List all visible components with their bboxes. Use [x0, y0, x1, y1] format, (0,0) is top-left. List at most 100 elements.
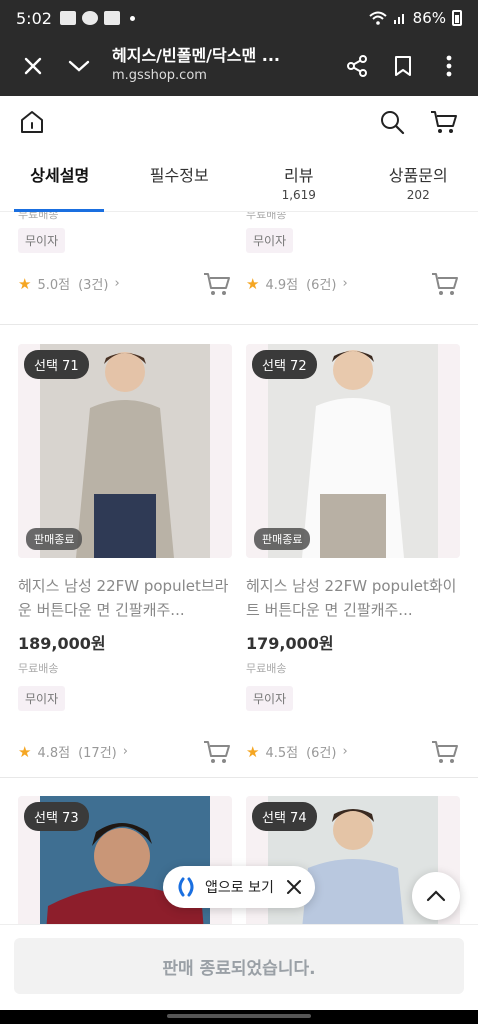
shipping-label: 무료배송	[246, 662, 287, 675]
more-options-button[interactable]	[426, 43, 472, 89]
product-card[interactable]: 선택 72 판매종료 헤지스 남성 22FW populet화이트 버튼다운 면…	[246, 344, 460, 763]
search-icon	[381, 111, 405, 135]
tab-inquiries[interactable]: 상품문의 202	[359, 148, 478, 211]
chevron-right-icon: ›	[342, 744, 348, 759]
notification-dot-icon	[129, 15, 135, 21]
chevron-right-icon: ›	[342, 276, 348, 291]
review-count: (6건)	[306, 278, 337, 293]
bottom-action-bar: 판매 종료되었습니다.	[0, 924, 478, 1010]
selection-badge: 선택 73	[24, 802, 89, 831]
browser-title-area[interactable]: 헤지스/빈폴멘/닥스맨 ... m.gsshop.com	[112, 46, 334, 86]
cart-icon	[431, 111, 457, 133]
add-to-cart-icon[interactable]	[202, 738, 232, 766]
installment-tag: 무이자	[246, 228, 294, 253]
review-count: (3건)	[78, 278, 109, 293]
detail-tabs: 상세설명 필수정보 리뷰 1,619 상품문의 202	[0, 148, 478, 212]
star-icon: ★	[18, 274, 32, 293]
star-icon: ★	[18, 742, 32, 761]
product-image[interactable]: 선택 71 판매종료	[18, 344, 232, 558]
rating: ★ 4.5점 (6건) ›	[246, 742, 348, 762]
scroll-to-top-button[interactable]	[412, 872, 460, 920]
row-divider	[0, 324, 478, 325]
installment-tag: 무이자	[18, 228, 66, 253]
search-button[interactable]	[372, 102, 412, 142]
chat-icon	[81, 11, 98, 25]
installment-tag: 무이자	[246, 686, 294, 711]
sold-out-badge: 판매종료	[26, 528, 83, 550]
rating-score: 4.9점	[265, 278, 299, 293]
gallery-icon	[59, 11, 76, 25]
sold-out-badge: 판매종료	[254, 528, 311, 550]
review-count: (17건)	[78, 746, 117, 761]
rating-score: 4.5점	[265, 746, 299, 761]
rating: ★ 4.9점 (6건) ›	[246, 274, 348, 294]
installment-tag: 무이자	[18, 686, 66, 711]
add-to-cart-icon[interactable]	[430, 738, 460, 766]
tab-label: 리뷰	[284, 166, 314, 185]
chevron-right-icon: ›	[114, 276, 120, 291]
more-vertical-icon	[446, 55, 452, 77]
product-list: 무료배송 무이자 ★ 5.0점 (3건) › 무료배송 무이자 ★ 4.9점 (…	[0, 212, 478, 924]
shipping-label: 무료배송	[18, 212, 59, 221]
cart-button[interactable]	[424, 102, 464, 142]
page-title: 헤지스/빈폴멘/닥스맨 ...	[112, 46, 280, 65]
product-price: 189,000원	[18, 634, 106, 653]
bookmark-icon	[395, 56, 411, 76]
rating: ★ 5.0점 (3건) ›	[18, 274, 120, 294]
star-icon: ★	[246, 274, 260, 293]
page-url: m.gsshop.com	[112, 68, 207, 83]
status-bar: 5:02 86%	[0, 0, 478, 36]
tab-count: 202	[406, 188, 430, 202]
collapse-button[interactable]	[56, 43, 102, 89]
tab-label: 필수정보	[149, 166, 209, 185]
product-name[interactable]: 헤지스 남성 22FW populet브라운 버튼다운 면 긴팔캐주...	[18, 574, 232, 622]
app-header	[0, 96, 478, 148]
close-button[interactable]	[10, 43, 56, 89]
open-app-label: 앱으로 보기	[205, 880, 274, 896]
signal-icon	[393, 14, 404, 24]
battery-percent: 86%	[412, 9, 446, 27]
wifi-icon	[368, 11, 387, 25]
row-divider	[0, 777, 478, 778]
chevron-right-icon: ›	[122, 744, 128, 759]
tab-required-info[interactable]: 필수정보	[120, 148, 240, 211]
tab-label: 상세설명	[30, 166, 90, 185]
product-card[interactable]: 무료배송 무이자 ★ 5.0점 (3건) ›	[18, 212, 232, 295]
share-button[interactable]	[334, 43, 380, 89]
status-time: 5:02	[16, 8, 52, 28]
app-logo-icon	[178, 877, 194, 897]
tab-count: 1,619	[281, 188, 316, 202]
cc-icon	[103, 11, 120, 25]
close-banner-icon[interactable]	[285, 878, 303, 896]
battery-icon	[452, 10, 462, 26]
tab-description[interactable]: 상세설명	[0, 148, 120, 212]
review-count: (6건)	[306, 746, 337, 761]
selection-badge: 선택 71	[24, 350, 89, 379]
rating-score: 5.0점	[37, 278, 71, 293]
add-to-cart-icon[interactable]	[202, 270, 232, 298]
star-icon: ★	[246, 742, 260, 761]
product-name[interactable]: 헤지스 남성 22FW populet화이트 버튼다운 면 긴팔캐주...	[246, 574, 460, 622]
browser-toolbar: 헤지스/빈폴멘/닥스맨 ... m.gsshop.com	[0, 36, 478, 96]
close-icon	[24, 57, 42, 75]
gesture-bar	[0, 1010, 478, 1024]
add-to-cart-icon[interactable]	[430, 270, 460, 298]
product-card[interactable]: 선택 71 판매종료 헤지스 남성 22FW populet브라운 버튼다운 면…	[18, 344, 232, 763]
rating-score: 4.8점	[37, 746, 71, 761]
home-button[interactable]	[14, 104, 50, 140]
product-image[interactable]: 선택 72 판매종료	[246, 344, 460, 558]
chevron-up-icon	[426, 890, 446, 902]
bookmark-button[interactable]	[380, 43, 426, 89]
home-icon	[21, 111, 43, 133]
share-icon	[347, 55, 367, 77]
open-app-banner[interactable]: 앱으로 보기	[163, 866, 315, 908]
product-card[interactable]: 무료배송 무이자 ★ 4.9점 (6건) ›	[246, 212, 460, 295]
tab-label: 상품문의	[388, 166, 448, 185]
tab-reviews[interactable]: 리뷰 1,619	[239, 148, 359, 211]
product-price: 179,000원	[246, 634, 334, 653]
selection-badge: 선택 72	[252, 350, 317, 379]
selection-badge: 선택 74	[252, 802, 317, 831]
sold-out-button[interactable]: 판매 종료되었습니다.	[14, 938, 464, 994]
rating: ★ 4.8점 (17건) ›	[18, 742, 128, 762]
shipping-label: 무료배송	[246, 212, 287, 221]
